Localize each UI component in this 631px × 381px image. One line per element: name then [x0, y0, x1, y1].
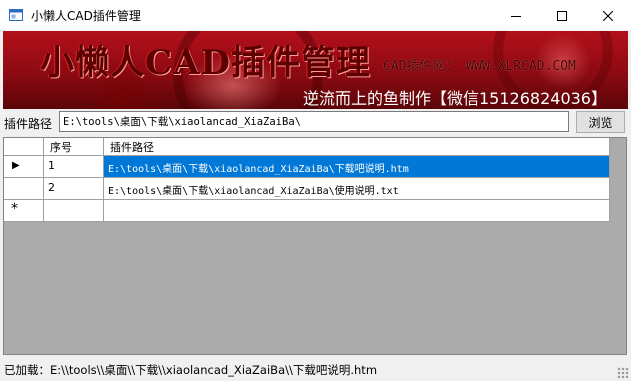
close-button[interactable]: [585, 0, 631, 31]
maximize-button[interactable]: [539, 0, 585, 31]
row-header[interactable]: [4, 178, 44, 200]
current-row-indicator-icon[interactable]: ▶: [4, 156, 44, 178]
table-row[interactable]: 2 E:\tools\桌面\下载\xiaolancad_XiaZaiBa\使用说…: [4, 178, 610, 200]
new-row-icon[interactable]: *: [4, 200, 44, 222]
cell-path[interactable]: E:\tools\桌面\下载\xiaolancad_XiaZaiBa\下载吧说明…: [104, 156, 610, 178]
close-icon: [603, 10, 613, 21]
resize-grip-icon[interactable]: [617, 367, 629, 379]
banner-title: 小懒人CAD插件管理: [40, 43, 371, 83]
cell-seq[interactable]: 1: [44, 156, 104, 178]
column-header-path[interactable]: 插件路径: [104, 138, 610, 156]
cell-path[interactable]: E:\tools\桌面\下载\xiaolancad_XiaZaiBa\使用说明.…: [104, 178, 610, 200]
title-bar: 小懒人CAD插件管理: [0, 0, 631, 31]
plugin-grid[interactable]: 序号 插件路径 ▶ 1 E:\tools\桌面\下载\xiaolancad_Xi…: [3, 137, 627, 355]
plugin-path-input[interactable]: E:\tools\桌面\下载\xiaolancad_XiaZaiBa\: [59, 111, 569, 132]
new-row[interactable]: *: [4, 200, 610, 222]
banner-site-url: CAD插件网： WWW.XLRCAD.COM: [383, 59, 576, 74]
row-header-corner[interactable]: [4, 138, 44, 156]
grid-header-row: 序号 插件路径: [4, 138, 610, 156]
header-banner: 小懒人CAD插件管理 CAD插件网： WWW.XLRCAD.COM 逆流而上的鱼…: [3, 31, 628, 109]
minimize-button[interactable]: [493, 0, 539, 31]
browse-button[interactable]: 浏览: [576, 111, 625, 133]
app-icon: [9, 9, 23, 21]
banner-credit: 逆流而上的鱼制作【微信15126824036】: [303, 89, 607, 108]
path-label: 插件路径: [4, 117, 53, 131]
cell-path[interactable]: [104, 200, 610, 222]
minimize-icon: [511, 15, 521, 17]
status-text: 已加载：E:\\tools\\桌面\\下载\\xiaolancad_XiaZai…: [4, 363, 378, 377]
cell-seq[interactable]: 2: [44, 178, 104, 200]
cell-seq[interactable]: [44, 200, 104, 222]
maximize-icon: [557, 10, 567, 21]
table-row[interactable]: ▶ 1 E:\tools\桌面\下载\xiaolancad_XiaZaiBa\下…: [4, 156, 610, 178]
column-header-seq[interactable]: 序号: [44, 138, 104, 156]
window-title: 小懒人CAD插件管理: [31, 9, 141, 23]
